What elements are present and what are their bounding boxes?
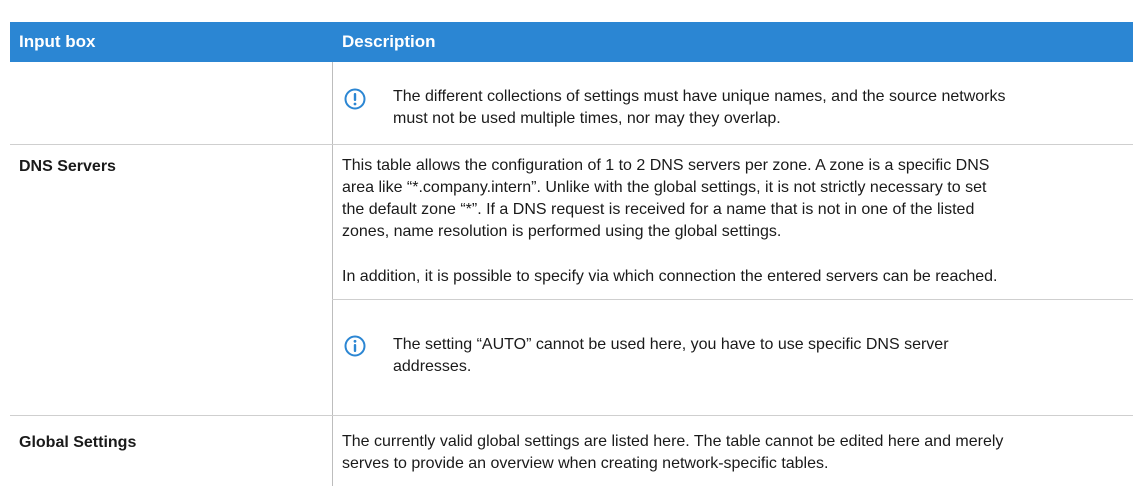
para-line: The currently valid global settings are … <box>342 433 1004 450</box>
document-page: Input box Description The different coll… <box>10 0 1133 486</box>
global-settings-description: The currently valid global settings are … <box>342 431 1133 475</box>
row-label: DNS Servers <box>19 158 116 175</box>
para-line: This table allows the configuration of 1… <box>342 157 990 174</box>
info-note-text: The setting “AUTO” cannot be used here, … <box>393 334 1133 378</box>
note-line: The setting “AUTO” cannot be used here, … <box>393 336 949 353</box>
row-label: Global Settings <box>19 434 137 451</box>
table-header: Input box Description <box>10 22 1133 62</box>
para-line: zones, name resolution is performed usin… <box>342 223 782 240</box>
para-line: serves to provide an overview when creat… <box>342 455 829 472</box>
warning-note-text: The different collections of settings mu… <box>393 86 1133 130</box>
info-circle-icon <box>344 335 366 357</box>
dns-connection-paragraph: In addition, it is possible to specify v… <box>342 268 998 285</box>
para-line: the default zone “*”. If a DNS request i… <box>342 201 975 218</box>
column-divider <box>332 62 333 486</box>
note-line: The different collections of settings mu… <box>393 88 1006 105</box>
header-input-box: Input box <box>19 32 96 51</box>
para-line: area like “*.company.intern”. Unlike wit… <box>342 179 987 196</box>
row-divider <box>10 415 1133 416</box>
header-description: Description <box>342 32 436 51</box>
row-divider <box>10 144 1133 145</box>
exclamation-circle-icon <box>344 88 366 110</box>
dns-description: This table allows the configuration of 1… <box>342 155 1133 243</box>
note-line: must not be used multiple times, nor may… <box>393 110 781 127</box>
note-line: addresses. <box>393 358 472 375</box>
inner-divider <box>332 299 1133 300</box>
